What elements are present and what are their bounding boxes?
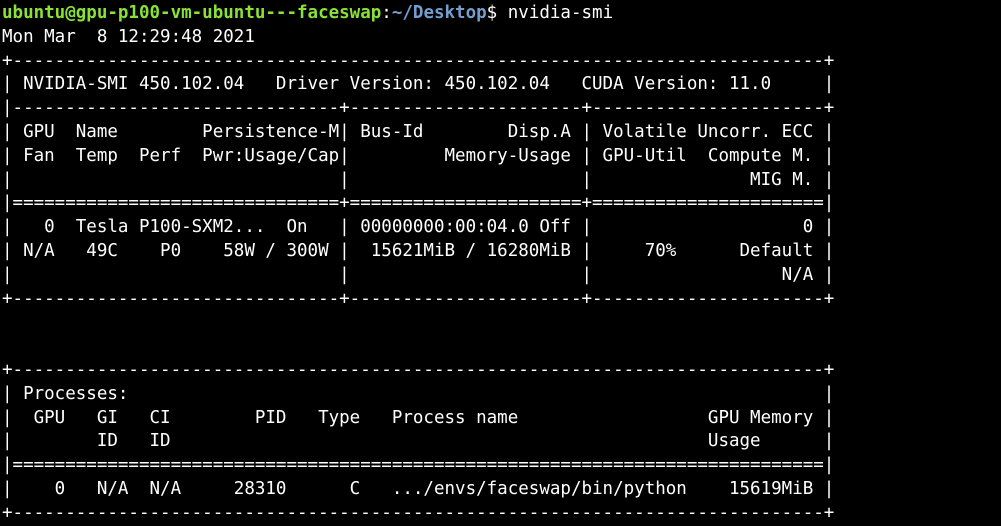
timestamp-line: Mon Mar 8 12:29:48 2021 (2, 26, 255, 47)
output-line: | NVIDIA-SMI 450.102.04 Driver Version: … (2, 74, 835, 95)
output-line: | ID ID Usage | (2, 431, 835, 452)
output-line: | Processes: | (2, 383, 835, 404)
output-line: | 0 N/A N/A 28310 C .../envs/faceswap/bi… (2, 478, 835, 499)
prompt-line: ubuntu@gpu-p100-vm-ubuntu---faceswap:~/D… (2, 2, 1001, 26)
output-line: | GPU Name Persistence-M| Bus-Id Disp.A … (2, 121, 835, 142)
output-line: | Fan Temp Perf Pwr:Usage/Cap| Memory-Us… (2, 145, 835, 166)
output-line: +-------------------------------+-------… (2, 288, 835, 309)
prompt-command: nvidia-smi (507, 3, 614, 23)
output-line: | | | N/A | (2, 264, 835, 285)
output-line: +---------------------------------------… (2, 50, 835, 71)
terminal-window[interactable]: ubuntu@gpu-p100-vm-ubuntu---faceswap:~/D… (0, 0, 1001, 523)
output-line: |=======================================… (2, 455, 835, 476)
prompt-symbol: $ (486, 3, 508, 23)
output-line: |-------------------------------+-------… (2, 98, 835, 119)
output-line: +---------------------------------------… (2, 502, 835, 523)
output-line: | N/A 49C P0 58W / 300W | 15621MiB / 162… (2, 240, 835, 261)
output-line: | 0 Tesla P100-SXM2... On | 00000000:00:… (2, 217, 835, 238)
output-line: +---------------------------------------… (2, 359, 835, 380)
output-line: |===============================+=======… (2, 193, 835, 214)
prompt-separator: : (381, 3, 392, 23)
output-line: | | | MIG M. | (2, 169, 835, 190)
output-line: | GPU GI CI PID Type Process name GPU Me… (2, 407, 835, 428)
prompt-user-host: ubuntu@gpu-p100-vm-ubuntu---faceswap (2, 3, 382, 23)
prompt-path: ~/Desktop (391, 3, 487, 23)
nvidia-smi-output: +---------------------------------------… (2, 50, 1001, 526)
